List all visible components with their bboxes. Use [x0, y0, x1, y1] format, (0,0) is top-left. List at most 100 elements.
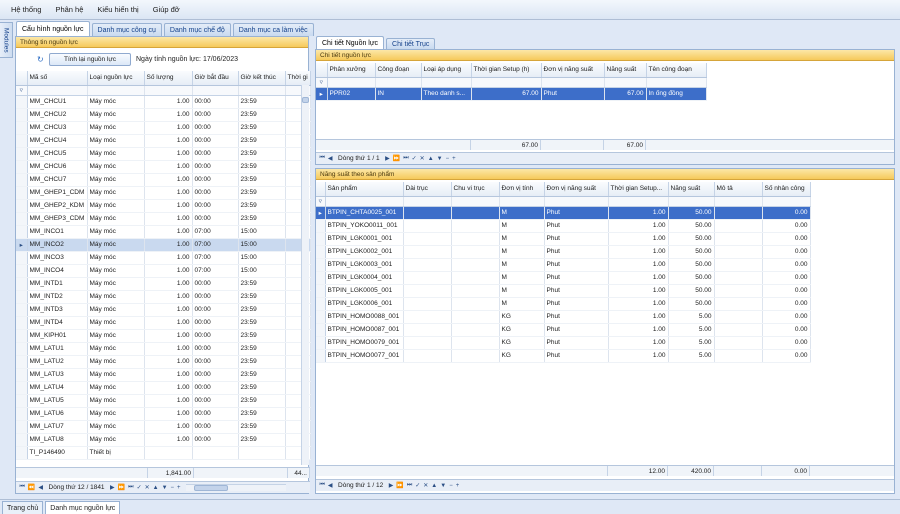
cell-so-luong[interactable]: 1.00	[144, 199, 193, 213]
cell-mo-ta[interactable]	[714, 297, 763, 311]
cell-so-nhan-cong[interactable]: 0.00	[762, 245, 811, 259]
cell-san-pham[interactable]: BTPIN_LGK0002_001	[325, 245, 404, 259]
cell-san-pham[interactable]: BTPIN_LGK0005_001	[325, 284, 404, 298]
cell-dai-truc[interactable]	[403, 284, 452, 298]
col-chu-vi-truc[interactable]: Chu vi trục	[451, 182, 500, 197]
cell-ma-so[interactable]: MM_CHCU3	[27, 121, 88, 135]
cell-mo-ta[interactable]	[714, 271, 763, 285]
modules-side-tab[interactable]: Modules	[0, 22, 13, 58]
cell-don-vi-nang-suat[interactable]: Phut	[544, 271, 609, 285]
cell-so-nhan-cong[interactable]: 0.00	[762, 232, 811, 246]
nav-next-page-icon[interactable]: ⏩	[396, 482, 403, 489]
table-row[interactable]: MM_LATU3 Máy móc 1.00 00:00 23:59	[16, 368, 311, 382]
col-so-nhan-cong[interactable]: Số nhân công	[762, 182, 811, 197]
cell-loai-nguon-luc[interactable]: Máy móc	[87, 303, 145, 317]
nav-last-icon[interactable]: ⏭	[407, 482, 412, 489]
filter-cell[interactable]	[27, 85, 88, 96]
menu-he-thong[interactable]: Hệ thống	[4, 5, 48, 14]
cell-gio-ket-thuc[interactable]: 23:59	[238, 212, 286, 226]
table-row[interactable]: MM_INCO1 Máy móc 1.00 07:00 15:00	[16, 225, 311, 239]
cell-don-vi-nang-suat[interactable]: Phut	[544, 349, 609, 363]
table-row[interactable]: MM_GHEP3_CDM Máy móc 1.00 00:00 23:59	[16, 212, 311, 226]
cell-loai-nguon-luc[interactable]: Máy móc	[87, 108, 145, 122]
nav-first-icon[interactable]: ⏮	[20, 484, 25, 491]
cell-gio-ket-thuc[interactable]: 23:59	[238, 420, 286, 434]
table-row[interactable]: BTPIN_LGK0003_001 M Phut 1.00 50.00 0.00	[316, 258, 811, 272]
cell-so-luong[interactable]: 1.00	[144, 225, 193, 239]
cell-gio-bat-dau[interactable]: 00:00	[192, 381, 239, 395]
table-row[interactable]: MM_CHCU6 Máy móc 1.00 00:00 23:59	[16, 160, 311, 174]
cell-thoi-gian-setup[interactable]: 1.00	[608, 245, 669, 259]
filter-cell[interactable]	[499, 196, 545, 207]
cell-mo-ta[interactable]	[714, 258, 763, 272]
cell-chu-vi-truc[interactable]	[451, 284, 500, 298]
nav-up-icon[interactable]: ▲	[428, 156, 434, 162]
tab-chi-tiet-nguon-luc[interactable]: Chi tiết Nguồn lực	[316, 36, 385, 49]
cell-don-vi-tinh[interactable]: M	[499, 219, 545, 233]
cell-thoi-gian-setup[interactable]: 1.00	[608, 297, 669, 311]
cell-gio-ket-thuc[interactable]: 23:59	[238, 108, 286, 122]
cell-nang-suat[interactable]: 50.00	[668, 297, 715, 311]
table-row[interactable]: BTPIN_HOMO0079_001 KG Phut 1.00 5.00 0.00	[316, 336, 811, 350]
cell-gio-ket-thuc[interactable]: 23:59	[238, 199, 286, 213]
cell-gio-ket-thuc[interactable]: 15:00	[238, 225, 286, 239]
cell-nang-suat[interactable]: 50.00	[668, 232, 715, 246]
tab-chi-tiet-truc[interactable]: Chi tiết Trục	[386, 38, 436, 49]
cell-so-luong[interactable]: 1.00	[144, 420, 193, 434]
bottom-tab-danh-muc-nguon-luc[interactable]: Danh mục nguồn lực	[45, 501, 121, 514]
table-row[interactable]: TI_P146490 Thiết bị	[16, 446, 311, 460]
table-row[interactable]: ▸ PPR02 IN Theo danh s... 67.00 Phut 67.00 In ố…	[316, 87, 707, 101]
col-thoi-gian[interactable]: Thời gi	[285, 71, 311, 86]
row-indicator[interactable]	[316, 271, 326, 285]
cell-so-luong[interactable]: 1.00	[144, 95, 193, 109]
cell-chu-vi-truc[interactable]	[451, 323, 500, 337]
col-mo-ta[interactable]: Mô tả	[714, 182, 763, 197]
filter-cell[interactable]	[325, 196, 404, 207]
cell-so-luong[interactable]: 1.00	[144, 147, 193, 161]
cell-nang-suat[interactable]: 50.00	[668, 245, 715, 259]
filter-cell[interactable]	[668, 196, 715, 207]
cell-dai-truc[interactable]	[403, 271, 452, 285]
filter-cell[interactable]	[375, 77, 422, 88]
cell-don-vi-nang-suat[interactable]: Phut	[544, 323, 609, 337]
table-row[interactable]: MM_INCO3 Máy móc 1.00 07:00 15:00	[16, 251, 311, 265]
cell-mo-ta[interactable]	[714, 245, 763, 259]
cell-chu-vi-truc[interactable]	[451, 310, 500, 324]
table-row[interactable]: MM_INCO4 Máy móc 1.00 07:00 15:00	[16, 264, 311, 278]
tab-danh-muc-ca-lam-viec[interactable]: Danh mục ca làm việc	[232, 23, 314, 36]
cell-gio-ket-thuc[interactable]: 15:00	[238, 264, 286, 278]
cell-mo-ta[interactable]	[714, 284, 763, 298]
cell-don-vi-tinh[interactable]: M	[499, 245, 545, 259]
cell-ma-so[interactable]: MM_LATU5	[27, 394, 88, 408]
table-row[interactable]: MM_CHCU7 Máy móc 1.00 00:00 23:59	[16, 173, 311, 187]
cell-gio-bat-dau[interactable]: 00:00	[192, 355, 239, 369]
nav-save-icon[interactable]: ✓	[415, 482, 420, 489]
cell-mo-ta[interactable]	[714, 336, 763, 350]
col-ten-cong-doan[interactable]: Tên công đoạn	[646, 63, 707, 78]
row-indicator[interactable]	[16, 173, 28, 187]
row-indicator[interactable]	[16, 147, 28, 161]
cell-so-nhan-cong[interactable]: 0.00	[762, 284, 811, 298]
row-indicator[interactable]	[16, 355, 28, 369]
cell-don-vi-nang-suat[interactable]: Phut	[544, 336, 609, 350]
cell-ma-so[interactable]: MM_LATU3	[27, 368, 88, 382]
row-indicator[interactable]	[316, 284, 326, 298]
row-indicator[interactable]	[16, 329, 28, 343]
cell-gio-bat-dau[interactable]: 00:00	[192, 95, 239, 109]
row-indicator[interactable]	[16, 277, 28, 291]
col-gio-bat-dau[interactable]: Giờ bắt đầu	[192, 71, 239, 86]
cell-so-luong[interactable]: 1.00	[144, 121, 193, 135]
cell-ma-so[interactable]: MM_INTD2	[27, 290, 88, 304]
cell-don-vi-nang-suat[interactable]: Phut	[544, 284, 609, 298]
nav-next-icon[interactable]: ▶	[389, 482, 394, 489]
row-indicator[interactable]	[16, 394, 28, 408]
cell-thoi-gian-setup[interactable]: 1.00	[608, 310, 669, 324]
nav-next-page-icon[interactable]: ⏩	[393, 155, 400, 162]
cell-gio-bat-dau[interactable]	[192, 446, 239, 460]
cell-chu-vi-truc[interactable]	[451, 232, 500, 246]
nav-remove-icon[interactable]: −	[449, 483, 453, 489]
table-row[interactable]: MM_GHEP2_KDM Máy móc 1.00 00:00 23:59	[16, 199, 311, 213]
cell-thoi-gian-setup[interactable]: 1.00	[608, 258, 669, 272]
cell-gio-bat-dau[interactable]: 07:00	[192, 225, 239, 239]
cell-chu-vi-truc[interactable]	[451, 245, 500, 259]
